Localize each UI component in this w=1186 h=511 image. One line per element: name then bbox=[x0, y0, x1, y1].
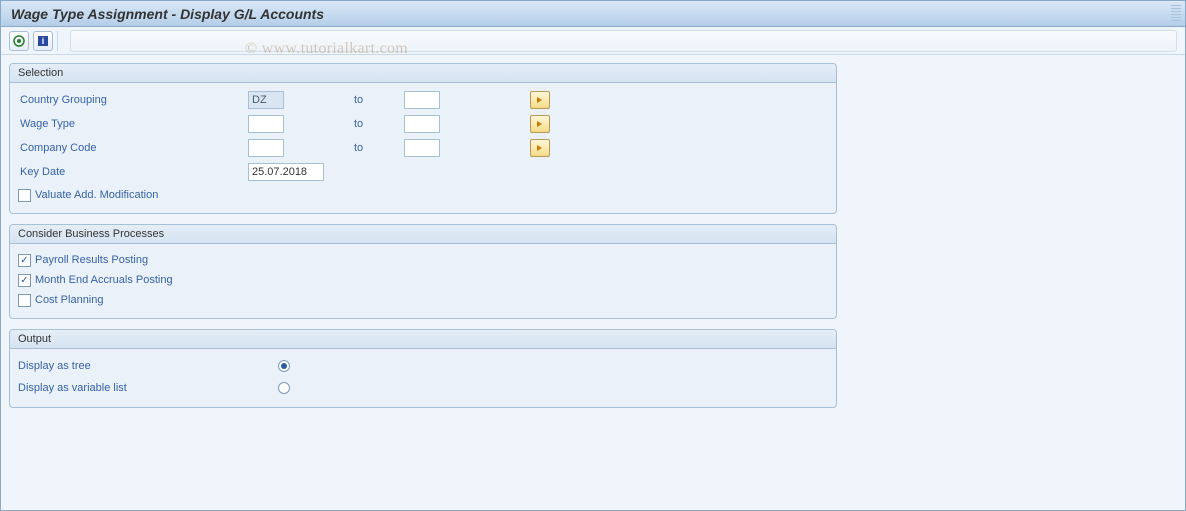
payroll-results-label: Payroll Results Posting bbox=[35, 254, 148, 266]
toolbar: i bbox=[1, 27, 1185, 55]
month-end-label: Month End Accruals Posting bbox=[35, 274, 173, 286]
group-processes-body: Payroll Results Posting Month End Accrua… bbox=[10, 244, 836, 318]
execute-icon bbox=[13, 35, 25, 47]
row-display-list: Display as variable list bbox=[18, 377, 828, 399]
wage-type-input[interactable] bbox=[248, 115, 284, 133]
group-output-header: Output bbox=[10, 330, 836, 349]
country-multiselect-button[interactable] bbox=[530, 91, 550, 109]
display-list-label: Display as variable list bbox=[18, 382, 278, 394]
country-grouping-input[interactable] bbox=[248, 91, 284, 109]
window-title: Wage Type Assignment - Display G/L Accou… bbox=[11, 6, 324, 22]
row-key-date: Key Date bbox=[18, 161, 828, 183]
group-selection-body: Country Grouping to Wage Type to bbox=[10, 83, 836, 213]
row-cost-planning: Cost Planning bbox=[18, 290, 828, 310]
display-list-radio[interactable] bbox=[278, 382, 290, 394]
display-tree-radio[interactable] bbox=[278, 360, 290, 372]
wage-type-to-input[interactable] bbox=[404, 115, 440, 133]
country-to-label: to bbox=[284, 94, 404, 106]
row-valuate: Valuate Add. Modification bbox=[18, 185, 828, 205]
wage-type-label: Wage Type bbox=[18, 118, 248, 130]
group-selection-header: Selection bbox=[10, 64, 836, 83]
row-payroll-results: Payroll Results Posting bbox=[18, 250, 828, 270]
execute-button[interactable] bbox=[9, 31, 29, 51]
company-code-input[interactable] bbox=[248, 139, 284, 157]
toolbar-extension bbox=[70, 30, 1177, 52]
arrow-right-icon bbox=[535, 143, 545, 153]
row-month-end: Month End Accruals Posting bbox=[18, 270, 828, 290]
group-output: Output Display as tree Display as variab… bbox=[9, 329, 837, 408]
row-wage-type: Wage Type to bbox=[18, 113, 828, 135]
month-end-checkbox[interactable] bbox=[18, 274, 31, 287]
title-bar: Wage Type Assignment - Display G/L Accou… bbox=[1, 1, 1185, 27]
app-window: Wage Type Assignment - Display G/L Accou… bbox=[0, 0, 1186, 511]
key-date-input[interactable] bbox=[248, 163, 324, 181]
valuate-checkbox[interactable] bbox=[18, 189, 31, 202]
info-icon: i bbox=[37, 35, 49, 47]
svg-text:i: i bbox=[42, 36, 45, 46]
titlebar-grip bbox=[1171, 5, 1181, 23]
group-processes: Consider Business Processes Payroll Resu… bbox=[9, 224, 837, 319]
valuate-label: Valuate Add. Modification bbox=[35, 189, 158, 201]
row-display-tree: Display as tree bbox=[18, 355, 828, 377]
company-code-to-input[interactable] bbox=[404, 139, 440, 157]
company-to-label: to bbox=[284, 142, 404, 154]
group-selection: Selection Country Grouping to Wage Type … bbox=[9, 63, 837, 214]
key-date-label: Key Date bbox=[18, 166, 248, 178]
group-output-body: Display as tree Display as variable list bbox=[10, 349, 836, 407]
row-country-grouping: Country Grouping to bbox=[18, 89, 828, 111]
country-grouping-label: Country Grouping bbox=[18, 94, 248, 106]
company-code-label: Company Code bbox=[18, 142, 248, 154]
cost-planning-label: Cost Planning bbox=[35, 294, 104, 306]
row-company-code: Company Code to bbox=[18, 137, 828, 159]
arrow-right-icon bbox=[535, 95, 545, 105]
toolbar-separator bbox=[57, 31, 58, 51]
company-multiselect-button[interactable] bbox=[530, 139, 550, 157]
wage-multiselect-button[interactable] bbox=[530, 115, 550, 133]
content-area: Selection Country Grouping to Wage Type … bbox=[1, 55, 1185, 416]
country-grouping-to-input[interactable] bbox=[404, 91, 440, 109]
display-tree-label: Display as tree bbox=[18, 360, 278, 372]
payroll-results-checkbox[interactable] bbox=[18, 254, 31, 267]
wage-to-label: to bbox=[284, 118, 404, 130]
group-processes-header: Consider Business Processes bbox=[10, 225, 836, 244]
info-button[interactable]: i bbox=[33, 31, 53, 51]
arrow-right-icon bbox=[535, 119, 545, 129]
cost-planning-checkbox[interactable] bbox=[18, 294, 31, 307]
